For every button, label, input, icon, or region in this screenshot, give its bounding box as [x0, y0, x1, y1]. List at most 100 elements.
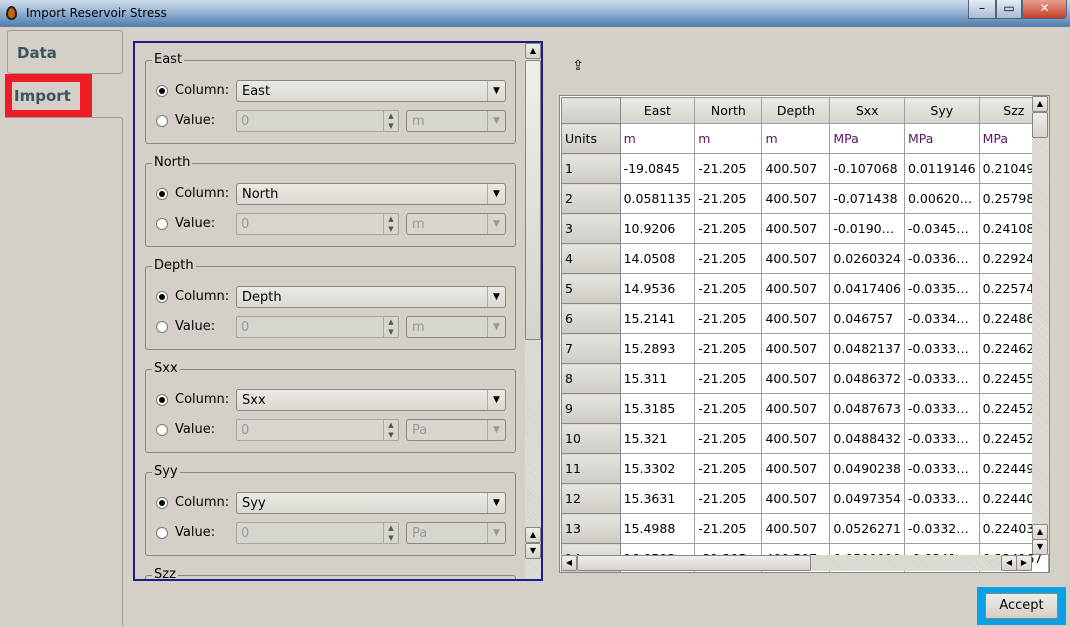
row-header[interactable]: 2: [561, 183, 621, 214]
row-header[interactable]: 6: [561, 303, 621, 334]
table-cell[interactable]: 15.2141: [619, 303, 696, 334]
table-cell[interactable]: 15.2893: [619, 333, 696, 364]
table-cell[interactable]: 15.3631: [619, 483, 696, 514]
table-cell[interactable]: 15.4988: [619, 513, 696, 544]
table-cell[interactable]: 0.0497354: [829, 483, 905, 514]
scroll-thumb[interactable]: [577, 555, 811, 571]
unit-select[interactable]: m ▼: [406, 110, 506, 132]
column-select[interactable]: Syy ▼: [236, 492, 506, 514]
value-radio[interactable]: [156, 218, 168, 230]
unit-select[interactable]: Pa ▼: [406, 522, 506, 544]
table-cell[interactable]: 10.9206: [619, 213, 696, 244]
table-cell[interactable]: -0.0333…: [903, 453, 980, 484]
table-cell[interactable]: -21.205: [694, 243, 763, 274]
value-spinbox[interactable]: 0 ▲ ▼: [236, 419, 399, 441]
table-cell[interactable]: -21.205: [694, 453, 763, 484]
row-header[interactable]: 11: [561, 453, 621, 484]
spin-down-icon[interactable]: ▼: [383, 533, 398, 543]
unit-cell[interactable]: m: [761, 123, 831, 154]
row-header[interactable]: 1: [561, 153, 621, 184]
column-radio[interactable]: [156, 188, 168, 200]
table-cell[interactable]: 400.507: [761, 423, 831, 454]
table-cell[interactable]: 400.507: [761, 183, 831, 214]
unit-cell[interactable]: m: [619, 123, 696, 154]
export-icon[interactable]: ⇪: [570, 58, 586, 76]
row-header[interactable]: 8: [561, 363, 621, 394]
table-cell[interactable]: 400.507: [761, 213, 831, 244]
table-cell[interactable]: -0.0333…: [903, 393, 980, 424]
unit-cell[interactable]: MPa: [903, 123, 980, 154]
row-header[interactable]: 7: [561, 333, 621, 364]
table-cell[interactable]: -21.205: [694, 153, 763, 184]
column-header-depth[interactable]: Depth: [761, 97, 831, 124]
unit-select[interactable]: Pa ▼: [406, 419, 506, 441]
table-cell[interactable]: -21.205: [694, 333, 763, 364]
column-radio[interactable]: [156, 394, 168, 406]
column-header-east[interactable]: East: [619, 97, 696, 124]
scroll-up-button[interactable]: ▲: [525, 527, 541, 543]
column-header-sxx[interactable]: Sxx: [829, 97, 905, 124]
tab-import[interactable]: Import: [12, 82, 80, 110]
spin-down-icon[interactable]: ▼: [383, 224, 398, 234]
table-cell[interactable]: -0.071438: [829, 183, 905, 214]
value-radio[interactable]: [156, 115, 168, 127]
table-cell[interactable]: -0.0335…: [903, 273, 980, 304]
table-cell[interactable]: 14.0508: [619, 243, 696, 274]
table-cell[interactable]: 15.311: [619, 363, 696, 394]
table-cell[interactable]: 0.0482137: [829, 333, 905, 364]
value-spinbox[interactable]: 0 ▲ ▼: [236, 522, 399, 544]
scroll-left-button[interactable]: ◀: [561, 555, 577, 571]
unit-select[interactable]: m ▼: [406, 213, 506, 235]
table-cell[interactable]: -21.205: [694, 213, 763, 244]
unit-cell[interactable]: m: [694, 123, 763, 154]
table-cell[interactable]: 15.3185: [619, 393, 696, 424]
value-radio[interactable]: [156, 527, 168, 539]
table-cell[interactable]: 14.9536: [619, 273, 696, 304]
column-radio[interactable]: [156, 85, 168, 97]
column-select[interactable]: Depth ▼: [236, 286, 506, 308]
table-cell[interactable]: -21.205: [694, 513, 763, 544]
table-cell[interactable]: -21.205: [694, 303, 763, 334]
value-spinbox[interactable]: 0 ▲ ▼: [236, 213, 399, 235]
scroll-down-button[interactable]: ▼: [525, 543, 541, 559]
table-cell[interactable]: 0.0526271: [829, 513, 905, 544]
table-horizontal-scrollbar[interactable]: ◀ ◀ ▶: [561, 555, 1032, 571]
scroll-thumb[interactable]: [1032, 112, 1048, 138]
panel-vertical-scrollbar[interactable]: ▲ ▲ ▼: [525, 43, 541, 579]
row-header[interactable]: 10: [561, 423, 621, 454]
unit-select[interactable]: m ▼: [406, 316, 506, 338]
table-cell[interactable]: 0.0581135: [619, 183, 696, 214]
row-header[interactable]: 9: [561, 393, 621, 424]
maximize-button[interactable]: ▭: [996, 0, 1022, 19]
table-cell[interactable]: 0.0486372: [829, 363, 905, 394]
spin-down-icon[interactable]: ▼: [383, 121, 398, 131]
table-cell[interactable]: -0.0190…: [829, 213, 905, 244]
scroll-right-button[interactable]: ▶: [1016, 555, 1032, 571]
column-select[interactable]: North ▼: [236, 183, 506, 205]
table-cell[interactable]: -21.205: [694, 273, 763, 304]
scroll-left-button[interactable]: ◀: [1001, 555, 1017, 571]
table-cell[interactable]: 15.3302: [619, 453, 696, 484]
scroll-down-button[interactable]: ▼: [1032, 539, 1048, 555]
table-cell[interactable]: -0.0332…: [903, 513, 980, 544]
value-spinbox[interactable]: 0 ▲ ▼: [236, 110, 399, 132]
spin-up-icon[interactable]: ▲: [383, 214, 398, 224]
spin-down-icon[interactable]: ▼: [383, 430, 398, 440]
table-cell[interactable]: -0.0333…: [903, 363, 980, 394]
table-cell[interactable]: -21.205: [694, 483, 763, 514]
close-button[interactable]: ✕: [1022, 0, 1067, 19]
table-vertical-scrollbar[interactable]: ▲ ▲ ▼: [1032, 96, 1049, 555]
row-header[interactable]: 3: [561, 213, 621, 244]
table-cell[interactable]: -21.205: [694, 423, 763, 454]
table-cell[interactable]: 400.507: [761, 393, 831, 424]
value-radio[interactable]: [156, 321, 168, 333]
scroll-up-button[interactable]: ▲: [1032, 524, 1048, 540]
table-cell[interactable]: 400.507: [761, 333, 831, 364]
spin-up-icon[interactable]: ▲: [383, 111, 398, 121]
unit-cell[interactable]: MPa: [829, 123, 905, 154]
table-cell[interactable]: 400.507: [761, 243, 831, 274]
table-cell[interactable]: 400.507: [761, 483, 831, 514]
table-cell[interactable]: -21.205: [694, 393, 763, 424]
value-spinbox[interactable]: 0 ▲ ▼: [236, 316, 399, 338]
accept-button[interactable]: Accept: [985, 593, 1058, 619]
